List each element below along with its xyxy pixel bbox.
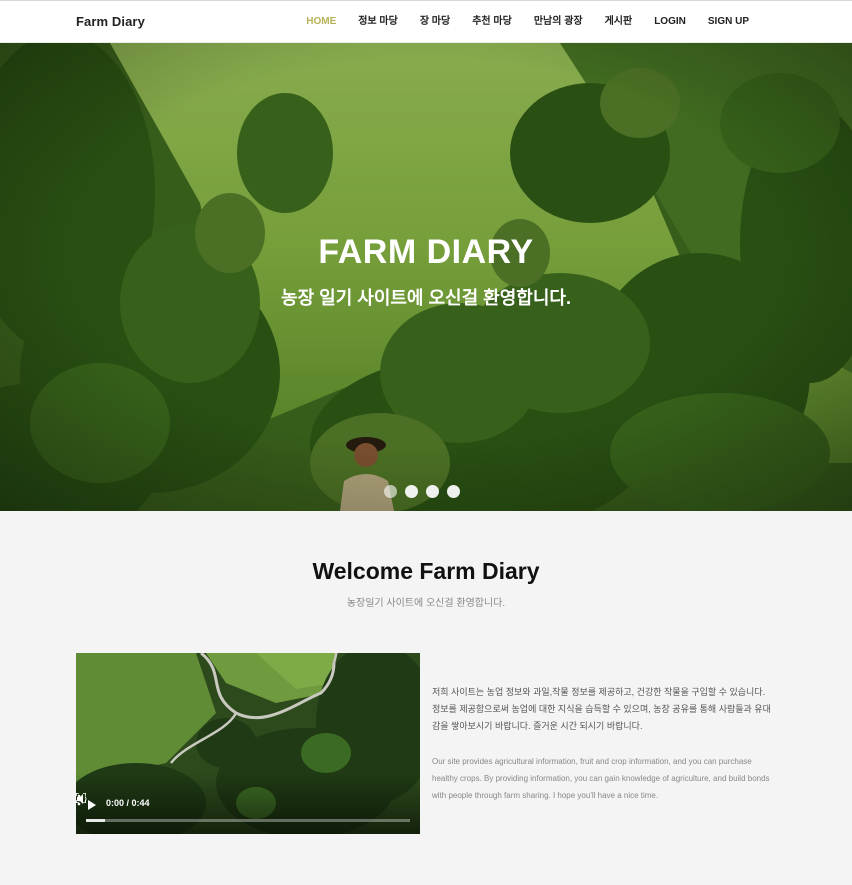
slider-dot-1[interactable] bbox=[384, 485, 397, 498]
hero-subtitle: 농장 일기 사이트에 오신걸 환영합니다. bbox=[281, 288, 571, 308]
nav-market[interactable]: 장 마당 bbox=[409, 1, 461, 43]
main-nav: HOME 정보 마당 장 마당 추천 마당 만남의 광장 게시판 LOGIN S… bbox=[295, 1, 760, 43]
nav-recommend[interactable]: 추천 마당 bbox=[461, 1, 523, 43]
more-options-icon[interactable] bbox=[76, 793, 82, 807]
hero-slider: FARM DIARY 농장 일기 사이트에 오신걸 환영합니다. bbox=[0, 43, 852, 511]
nav-login[interactable]: LOGIN bbox=[643, 1, 697, 43]
video-player[interactable]: 0:00 / 0:44 bbox=[76, 653, 420, 834]
hero-title: FARM DIARY bbox=[318, 233, 534, 271]
slider-dot-4[interactable] bbox=[447, 485, 460, 498]
nav-signup[interactable]: SIGN UP bbox=[697, 1, 760, 43]
welcome-subtitle: 농장일기 사이트에 오신걸 환영합니다. bbox=[346, 598, 506, 609]
slider-dot-2[interactable] bbox=[405, 485, 418, 498]
nav-home[interactable]: HOME bbox=[295, 1, 347, 43]
description-english: Our site provides agricultural informati… bbox=[432, 757, 770, 800]
nav-meeting-square[interactable]: 만남의 광장 bbox=[523, 1, 594, 43]
video-time: 0:00 / 0:44 bbox=[106, 798, 150, 808]
slider-dot-3[interactable] bbox=[426, 485, 439, 498]
video-progress-bar[interactable] bbox=[86, 819, 410, 822]
slider-pagination bbox=[384, 485, 460, 498]
hero-background-image bbox=[0, 43, 852, 511]
brand-logo[interactable]: Farm Diary bbox=[76, 14, 145, 29]
video-progress-fill bbox=[86, 819, 106, 822]
site-header: Farm Diary HOME 정보 마당 장 마당 추천 마당 만남의 광장 … bbox=[0, 1, 852, 43]
video-controls: 0:00 / 0:44 bbox=[76, 793, 420, 821]
nav-info[interactable]: 정보 마당 bbox=[347, 1, 409, 43]
play-icon[interactable] bbox=[88, 800, 96, 810]
nav-board[interactable]: 게시판 bbox=[594, 1, 644, 43]
welcome-title: Welcome Farm Diary bbox=[312, 558, 540, 584]
description-korean: 저희 사이트는 농업 정보와 과일,작물 정보를 제공하고, 건강한 작물을 구… bbox=[432, 687, 771, 731]
